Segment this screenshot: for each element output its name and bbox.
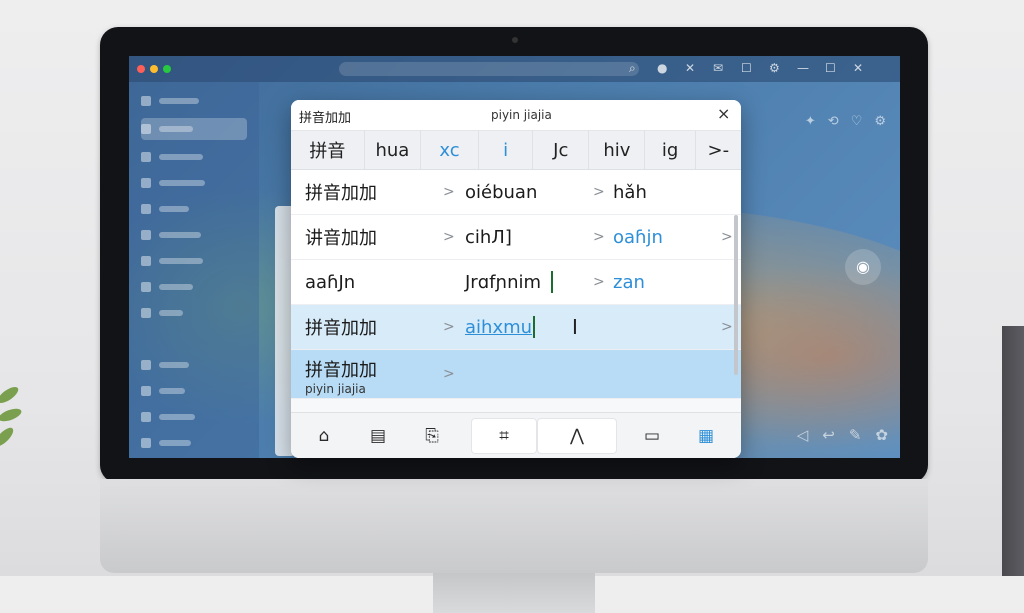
- candidate-text: 拼音加加: [305, 183, 377, 204]
- camera-icon[interactable]: ◉: [845, 249, 881, 285]
- handwrite-icon[interactable]: ⋀: [537, 418, 617, 454]
- sidebar-item[interactable]: [141, 118, 247, 140]
- sidebar-item[interactable]: [141, 90, 247, 112]
- candidate-row-highlighted[interactable]: 拼音加加 piyin jiajia >: [291, 350, 741, 399]
- monitor-stand: [433, 573, 595, 613]
- candidate-pinyin: piyin jiajia: [305, 382, 366, 396]
- close-icon[interactable]: ✕: [853, 61, 863, 75]
- candidate-text: aaɦJn: [305, 271, 356, 293]
- ibeam-cursor-icon: I: [572, 315, 578, 339]
- minimize-dot[interactable]: [150, 65, 158, 73]
- tab-candidate[interactable]: ig: [645, 131, 696, 169]
- chevron-right-icon: >: [593, 274, 605, 290]
- sidebar-item[interactable]: [141, 146, 247, 168]
- plant: [0, 380, 30, 480]
- sidebar-item[interactable]: [141, 380, 247, 402]
- sidebar-item[interactable]: [141, 172, 247, 194]
- candidate-row[interactable]: 讲音加加 > cihЛ] > oaɦjn >: [291, 215, 741, 260]
- popup-subtitle: piyin jiajia: [491, 108, 552, 122]
- candidate-text: Jrɑfɲnim: [465, 271, 542, 293]
- ime-candidate-window: 拼音加加 piyin jiajia × 拼音 hua xc i Jc hiv i…: [291, 100, 741, 458]
- pin-icon[interactable]: ✕: [685, 61, 695, 75]
- maximize-dot[interactable]: [163, 65, 171, 73]
- sidebar-item[interactable]: [141, 406, 247, 428]
- chevron-right-icon: >: [443, 184, 455, 200]
- gear-icon[interactable]: ⚙: [874, 114, 886, 129]
- text-caret: [551, 271, 553, 293]
- avatar-icon[interactable]: ●: [657, 61, 667, 75]
- popup-title: 拼音加加: [299, 111, 352, 126]
- chevron-right-icon: >: [721, 229, 733, 245]
- candidate-text: cihЛ]: [465, 226, 512, 248]
- candidate-row[interactable]: aaɦJn Jrɑfɲnim > zan: [291, 260, 741, 305]
- back-icon[interactable]: ◁: [797, 426, 809, 444]
- text-caret: [533, 316, 535, 338]
- chevron-right-icon: >: [443, 319, 455, 335]
- heart-icon[interactable]: ♡: [851, 114, 863, 129]
- sidebar-item[interactable]: [141, 250, 247, 272]
- popup-header: 拼音加加 piyin jiajia ×: [291, 100, 741, 131]
- tab-candidate[interactable]: hua: [365, 131, 421, 169]
- side-object: [1002, 326, 1024, 576]
- sidebar-item[interactable]: [141, 432, 247, 454]
- home-icon[interactable]: ⌂: [297, 419, 351, 453]
- person-icon[interactable]: ☐: [741, 61, 752, 75]
- share-icon[interactable]: ⟲: [828, 114, 839, 129]
- candidate-text: 拼音加加: [305, 318, 377, 339]
- bell-icon[interactable]: ✦: [805, 114, 816, 129]
- mail-icon[interactable]: ✉: [713, 61, 723, 75]
- popup-toolbar: ⌂ ▤ ⎘ ⌗ ⋀ ▭ ▦: [291, 412, 741, 458]
- window-titlebar: ⌕ ● ✕ ✉ ☐ ⚙ — ☐ ✕: [129, 56, 900, 82]
- candidate-text: oiébuan: [465, 181, 538, 203]
- settings-icon[interactable]: ⚙: [769, 61, 780, 75]
- settings-round-icon[interactable]: ✿: [875, 426, 888, 444]
- monitor-chin: [100, 479, 928, 573]
- chevron-right-icon: >: [443, 229, 455, 245]
- qr-icon[interactable]: ▦: [679, 419, 733, 453]
- candidate-text: zan: [613, 271, 645, 293]
- candidate-text: 拼音加加: [305, 360, 377, 381]
- candidate-tabs: 拼音 hua xc i Jc hiv ig >-: [291, 131, 741, 170]
- tab-candidate[interactable]: i: [479, 131, 534, 169]
- message-icon[interactable]: ▭: [625, 419, 679, 453]
- chevron-right-icon: >: [443, 366, 455, 382]
- search-icon[interactable]: ⌕: [629, 61, 636, 76]
- sidebar-item[interactable]: [141, 354, 247, 376]
- sidebar-item[interactable]: [141, 276, 247, 298]
- notes-icon[interactable]: ▤: [351, 419, 405, 453]
- reply-icon[interactable]: ↩: [822, 426, 835, 444]
- candidate-text: hǎh: [613, 181, 647, 203]
- candidate-row[interactable]: 拼音加加 > oiébuan > hǎh: [291, 170, 741, 215]
- webcam: [512, 37, 518, 43]
- sidebar-item[interactable]: [141, 224, 247, 246]
- clipboard-icon[interactable]: ⎘: [405, 419, 459, 453]
- edit-icon[interactable]: ✎: [849, 426, 862, 444]
- candidate-list: 拼音加加 > oiébuan > hǎh 讲音加加 > cihЛ] > oaɦj…: [291, 170, 741, 399]
- search-bar[interactable]: [339, 62, 639, 76]
- chevron-right-icon: >: [593, 229, 605, 245]
- chevron-right-icon: >: [593, 184, 605, 200]
- scrollbar[interactable]: [734, 215, 738, 375]
- candidate-text: aihxmu: [465, 316, 533, 338]
- candidate-text: oaɦjn: [613, 226, 663, 248]
- tab-pinyin[interactable]: 拼音: [291, 131, 365, 169]
- tab-more[interactable]: >-: [696, 131, 741, 169]
- tab-candidate[interactable]: xc: [421, 131, 480, 169]
- crop-icon[interactable]: ⌗: [471, 418, 537, 454]
- close-dot[interactable]: [137, 65, 145, 73]
- candidate-row-selected[interactable]: 拼音加加 > aihxmu I >: [291, 305, 741, 350]
- right-toolbar: ✦ ⟲ ♡ ⚙: [805, 114, 886, 129]
- maximize-icon[interactable]: ☐: [825, 61, 836, 75]
- tab-candidate[interactable]: Jc: [533, 131, 590, 169]
- close-icon[interactable]: ×: [717, 104, 730, 123]
- sidebar-item[interactable]: [141, 198, 247, 220]
- minimize-icon[interactable]: —: [797, 61, 809, 75]
- candidate-text: 讲音加加: [305, 228, 377, 249]
- sidebar: [129, 82, 259, 458]
- tab-candidate[interactable]: hiv: [589, 131, 646, 169]
- chevron-right-icon: >: [721, 319, 733, 335]
- sidebar-item[interactable]: [141, 302, 247, 324]
- bottom-toolbar: ◁ ↩ ✎ ✿: [797, 426, 888, 444]
